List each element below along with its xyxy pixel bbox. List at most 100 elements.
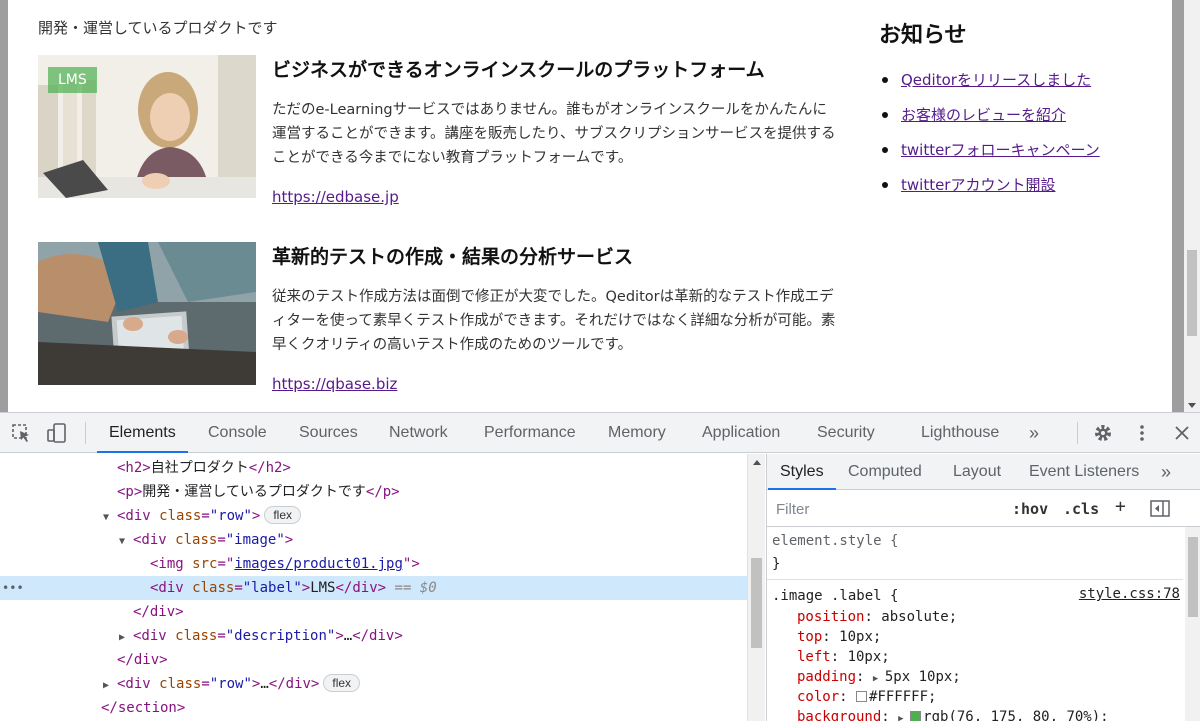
scroll-down-arrow-icon[interactable] — [1188, 403, 1196, 408]
product-title: 革新的テストの作成・結果の分析サービス — [272, 246, 634, 268]
page-right-margin — [1172, 0, 1184, 412]
expand-shorthand-triangle-icon[interactable]: ▶ — [898, 709, 910, 721]
tab-event-listeners[interactable]: Event Listeners — [1029, 454, 1139, 490]
toolbar-separator — [85, 422, 86, 444]
attr-value: "description" — [225, 628, 336, 644]
property-value[interactable]: 10px; — [839, 629, 881, 645]
color-swatch-icon[interactable] — [910, 711, 922, 721]
more-options-icon[interactable] — [1131, 422, 1153, 444]
tab-security[interactable]: Security — [817, 413, 875, 453]
expand-triangle-icon[interactable]: ▼ — [119, 530, 133, 554]
rule-source-link[interactable]: style.css:78 — [1079, 586, 1180, 602]
toolbar-separator — [1077, 422, 1078, 444]
property-value[interactable]: 10px; — [848, 649, 890, 665]
product-title: ビジネスができるオンラインスクールのプラットフォーム — [272, 59, 765, 81]
styles-scrollbar-thumb[interactable] — [1188, 537, 1198, 617]
dom-node-div-row[interactable]: ▼ <div class="row"> flex — [0, 504, 747, 528]
node-actions-icon[interactable]: ••• — [2, 576, 24, 600]
dom-node-div-image[interactable]: ▼ <div class="image"> — [0, 528, 747, 552]
tab-application[interactable]: Application — [702, 413, 780, 453]
dom-node-div-label-selected[interactable]: ••• <div class="label">LMS</div> == $0 — [0, 576, 747, 600]
dom-node-p[interactable]: <p>開発・運営しているプロダクトです</p> — [0, 480, 747, 504]
dom-node-close-section[interactable]: </section> — [0, 696, 747, 720]
page-scrollbar-thumb[interactable] — [1187, 250, 1197, 336]
device-toolbar-icon[interactable] — [46, 422, 68, 444]
collapse-triangle-icon[interactable]: ▶ — [103, 674, 117, 698]
styles-filter-input[interactable] — [771, 495, 999, 523]
new-rule-plus-icon[interactable]: + — [1115, 496, 1126, 517]
hov-button[interactable]: :hov — [1012, 500, 1048, 518]
tab-sources[interactable]: Sources — [299, 413, 358, 453]
property-name[interactable]: left — [797, 649, 831, 665]
css-property[interactable]: color: #FFFFFF; — [797, 687, 936, 707]
property-value[interactable]: 5px 10px; — [885, 669, 961, 685]
dom-node-div-row[interactable]: ▶ <div class="row">…</div> flex — [0, 672, 747, 696]
dom-node-img[interactable]: <img src="images/product01.jpg"> — [0, 552, 747, 576]
flex-badge[interactable]: flex — [323, 674, 361, 692]
property-name[interactable]: padding — [797, 669, 856, 685]
cls-button[interactable]: .cls — [1063, 500, 1099, 518]
product-link[interactable]: https://edbase.jp — [272, 188, 399, 206]
property-value[interactable]: absolute; — [881, 609, 957, 625]
property-value[interactable]: rgb(76, 175, 80, 70%); — [923, 709, 1108, 721]
news-heading: お知らせ — [879, 23, 967, 48]
lms-label: LMS — [48, 67, 97, 93]
page-left-margin — [0, 0, 8, 412]
property-name[interactable]: position — [797, 609, 864, 625]
elements-scrollbar-thumb[interactable] — [751, 558, 762, 648]
page-scrollbar[interactable] — [1184, 0, 1200, 412]
news-link[interactable]: twitterフォローキャンペーン — [901, 141, 1100, 159]
scroll-up-arrow-icon[interactable] — [753, 460, 761, 465]
product-link[interactable]: https://qbase.biz — [272, 375, 397, 393]
css-property[interactable]: padding: ▶ 5px 10px; — [797, 667, 961, 689]
property-value[interactable]: #FFFFFF; — [869, 689, 936, 705]
dom-node-close-div[interactable]: </div> — [0, 648, 747, 672]
tab-elements[interactable]: Elements — [97, 413, 188, 453]
product-image — [38, 242, 256, 385]
img-src-link[interactable]: images/product01.jpg — [234, 556, 403, 572]
tab-computed[interactable]: Computed — [848, 454, 922, 490]
css-property[interactable]: background: ▶ rgb(76, 175, 80, 70%); — [797, 707, 1109, 721]
property-name[interactable]: top — [797, 629, 822, 645]
dom-close-tag: </div> — [133, 604, 184, 620]
color-swatch-icon[interactable] — [856, 691, 868, 702]
property-name[interactable]: color — [797, 689, 839, 705]
tab-memory[interactable]: Memory — [608, 413, 666, 453]
close-icon[interactable] — [1171, 422, 1193, 444]
product-card: LMS ビジネスができるオンラインスクールのプラットフォーム ただのe-Lear… — [38, 55, 838, 206]
news-link[interactable]: twitterアカウント開設 — [901, 176, 1055, 194]
elements-tree[interactable]: <h2>自社プロダクト</h2> <p>開発・運営しているプロダクトです</p>… — [0, 454, 747, 721]
expand-triangle-icon[interactable]: ▼ — [103, 506, 117, 530]
tab-layout[interactable]: Layout — [953, 454, 1001, 490]
expand-shorthand-triangle-icon[interactable]: ▶ — [873, 669, 885, 689]
inspect-element-icon[interactable] — [10, 422, 32, 444]
news-link[interactable]: Qeditorをリリースしました — [901, 71, 1091, 89]
more-panes-button[interactable]: » — [1161, 454, 1171, 490]
dom-node-h2[interactable]: <h2>自社プロダクト</h2> — [0, 456, 747, 480]
element-style-rule[interactable]: element.style { — [772, 531, 898, 551]
tab-styles[interactable]: Styles — [768, 454, 836, 490]
rule-separator — [767, 579, 1183, 580]
attr-value: "row" — [209, 676, 252, 692]
property-name[interactable]: background — [797, 709, 881, 721]
news-item: Qeditorをリリースしました — [879, 69, 1169, 104]
dom-node-close-div[interactable]: </div> — [0, 600, 747, 624]
tab-lighthouse[interactable]: Lighthouse — [921, 413, 999, 453]
tab-network[interactable]: Network — [389, 413, 448, 453]
more-tabs-button[interactable]: » — [1029, 413, 1039, 453]
dom-node-div-description[interactable]: ▶ <div class="description">…</div> — [0, 624, 747, 648]
css-property[interactable]: left: 10px; — [797, 647, 890, 667]
rule-selector[interactable]: .image .label { — [772, 586, 898, 606]
css-property[interactable]: top: 10px; — [797, 627, 881, 647]
settings-gear-icon[interactable] — [1092, 422, 1114, 444]
styles-scrollbar[interactable] — [1185, 527, 1200, 721]
tab-performance[interactable]: Performance — [484, 413, 576, 453]
news-link[interactable]: お客様のレビューを紹介 — [901, 106, 1066, 124]
elements-scrollbar[interactable] — [747, 454, 765, 721]
rule-close-brace: } — [772, 556, 781, 572]
toggle-sidebar-icon[interactable] — [1149, 498, 1171, 520]
tab-console[interactable]: Console — [208, 413, 267, 453]
collapse-triangle-icon[interactable]: ▶ — [119, 626, 133, 650]
flex-badge[interactable]: flex — [264, 506, 302, 524]
css-property[interactable]: position: absolute; — [797, 607, 957, 627]
